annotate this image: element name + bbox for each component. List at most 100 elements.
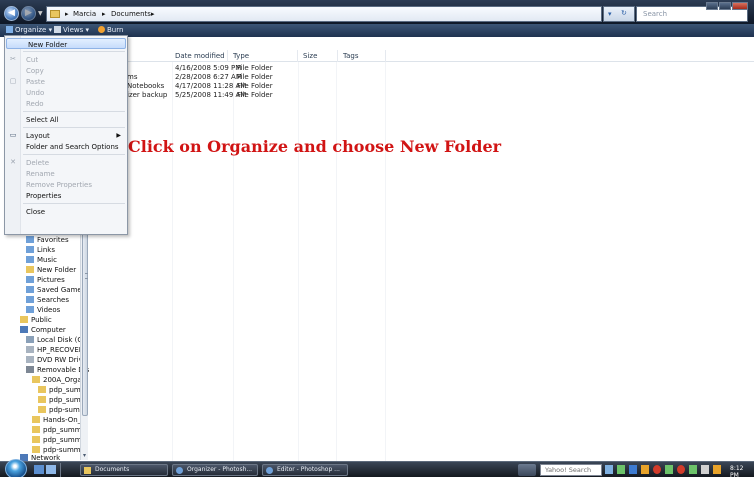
tree-item-folder[interactable]: Hands-On_B: [32, 416, 86, 425]
drive-icon: [26, 336, 34, 343]
tray-app-icon[interactable]: [653, 465, 661, 474]
computer-icon: [20, 326, 28, 333]
tray-app-icon[interactable]: [629, 465, 637, 474]
menu-item-new-folder[interactable]: New Folder: [6, 38, 126, 49]
tray-app-icon[interactable]: [641, 465, 649, 474]
tree-item-links[interactable]: Links: [26, 246, 55, 255]
hp-icon[interactable]: [518, 464, 536, 476]
tree-item-favorites[interactable]: Favorites: [26, 236, 69, 245]
menu-item-copy[interactable]: Copy: [5, 65, 127, 76]
address-bar[interactable]: ▸ Marcia ▸ Documents ▸: [46, 6, 602, 22]
nav-pane-scrollbar[interactable]: ▾: [80, 232, 88, 460]
folder-icon: [26, 266, 34, 273]
file-type: File Folder: [237, 73, 273, 81]
menu-item-close[interactable]: Close: [5, 206, 127, 217]
column-separator[interactable]: [297, 50, 298, 62]
instruction-annotation: Click on Organize and choose New Folder: [128, 137, 502, 156]
menu-item-properties[interactable]: Properties: [5, 190, 127, 201]
tray-app-icon[interactable]: [665, 465, 673, 474]
column-type[interactable]: Type: [233, 52, 249, 60]
scroll-down-icon[interactable]: ▾: [81, 452, 88, 460]
tree-item-folder[interactable]: pdp_summe: [32, 436, 86, 445]
file-date: 4/17/2008 11:28 AM: [175, 82, 247, 90]
scrollbar-thumb[interactable]: [82, 232, 88, 416]
file-type: File Folder: [237, 64, 273, 72]
tree-item-folder[interactable]: pdp_summe: [32, 426, 86, 435]
burn-button[interactable]: Burn: [98, 26, 123, 34]
taskbar-button-documents[interactable]: Documents: [80, 464, 168, 476]
column-guide: [336, 62, 337, 462]
network-icon[interactable]: [689, 465, 697, 474]
tree-item-dvd-drive[interactable]: DVD RW Drive: [26, 356, 87, 365]
tray-app-icon[interactable]: [677, 465, 685, 474]
menu-item-undo[interactable]: Undo: [5, 87, 127, 98]
tree-item-local-disk[interactable]: Local Disk (C:): [26, 336, 87, 345]
back-button[interactable]: ◀: [4, 6, 19, 21]
menu-item-paste[interactable]: ▢ Paste: [5, 76, 127, 87]
grip-icon: [85, 273, 88, 279]
tree-item-videos[interactable]: Videos: [26, 306, 60, 315]
photoshop-editor-icon: [266, 467, 273, 474]
table-row[interactable]: ms 2/28/2008 6:27 AM File Folder: [117, 73, 517, 82]
recent-pages-dropdown-icon[interactable]: ▼: [38, 10, 43, 17]
menu-item-rename[interactable]: Rename: [5, 168, 127, 179]
breadcrumb-separator-icon[interactable]: ▸: [151, 10, 155, 18]
breadcrumb-separator-icon[interactable]: ▸: [102, 10, 106, 18]
menu-item-remove-properties[interactable]: Remove Properties: [5, 179, 127, 190]
taskbar-button-organizer[interactable]: Organizer - Photosh...: [172, 464, 258, 476]
menu-item-select-all[interactable]: Select All: [5, 114, 127, 125]
column-tags[interactable]: Tags: [343, 52, 359, 60]
tray-app-icon[interactable]: [617, 465, 625, 474]
taskbar-button-editor[interactable]: Editor - Photoshop ...: [262, 464, 348, 476]
ie-icon[interactable]: [46, 465, 56, 474]
folder-icon: [26, 236, 34, 243]
table-row[interactable]: izer backup 5/25/2008 11:49 AM File Fold…: [117, 91, 517, 100]
tray-app-icon[interactable]: [713, 465, 721, 474]
file-name: Notebooks: [127, 82, 165, 90]
menu-item-layout[interactable]: ▭ Layout ▶: [5, 130, 127, 141]
tree-item-saved-games[interactable]: Saved Games: [26, 286, 85, 295]
tree-item-searches[interactable]: Searches: [26, 296, 69, 305]
views-button[interactable]: Views ▾: [54, 26, 89, 34]
minimize-button[interactable]: [706, 2, 718, 10]
start-button[interactable]: [5, 459, 27, 477]
column-size[interactable]: Size: [303, 52, 317, 60]
column-guide: [298, 62, 299, 462]
column-separator[interactable]: [227, 50, 228, 62]
yahoo-search-box[interactable]: Yahoo! Search: [540, 464, 602, 476]
breadcrumb-marcia[interactable]: Marcia: [73, 10, 96, 18]
file-name: izer backup: [127, 91, 168, 99]
show-desktop-icon[interactable]: [34, 465, 44, 474]
refresh-icon[interactable]: ↻: [621, 9, 627, 17]
maximize-button[interactable]: [719, 2, 731, 10]
tree-item-computer[interactable]: Computer: [20, 326, 66, 335]
folder-icon: [26, 246, 34, 253]
volume-icon[interactable]: [701, 465, 709, 474]
tree-item-public[interactable]: Public: [20, 316, 52, 325]
folder-icon: [38, 396, 46, 403]
folder-icon: [38, 406, 46, 413]
search-icon[interactable]: [605, 465, 613, 474]
menu-item-cut[interactable]: ✂ Cut: [5, 54, 127, 65]
folder-icon: [38, 386, 46, 393]
forward-button[interactable]: ▶: [21, 6, 36, 21]
menu-item-delete[interactable]: ✕ Delete: [5, 157, 127, 168]
menu-item-folder-options[interactable]: Folder and Search Options: [5, 141, 127, 152]
tree-item-pictures[interactable]: Pictures: [26, 276, 65, 285]
clock[interactable]: 8:12 PM: [730, 465, 754, 477]
breadcrumb-separator-icon[interactable]: ▸: [65, 10, 69, 18]
breadcrumb-documents[interactable]: Documents: [111, 10, 151, 18]
column-separator[interactable]: [337, 50, 338, 62]
tree-item-new-folder[interactable]: New Folder: [26, 266, 76, 275]
column-separator[interactable]: [385, 50, 386, 62]
table-row[interactable]: Notebooks 4/17/2008 11:28 AM File Folder: [117, 82, 517, 91]
organize-button[interactable]: Organize ▾: [6, 26, 52, 34]
tree-item-music[interactable]: Music: [26, 256, 57, 265]
menu-item-redo[interactable]: Redo: [5, 98, 127, 109]
close-window-button[interactable]: [732, 2, 748, 10]
address-dropdown-icon[interactable]: ▾: [608, 10, 612, 18]
table-row[interactable]: 4/16/2008 5:09 PM File Folder: [117, 64, 517, 73]
removable-drive-icon: [26, 366, 34, 373]
column-date-modified[interactable]: Date modified: [175, 52, 225, 60]
tree-item-hp-recovery[interactable]: HP_RECOVERY: [26, 346, 87, 355]
